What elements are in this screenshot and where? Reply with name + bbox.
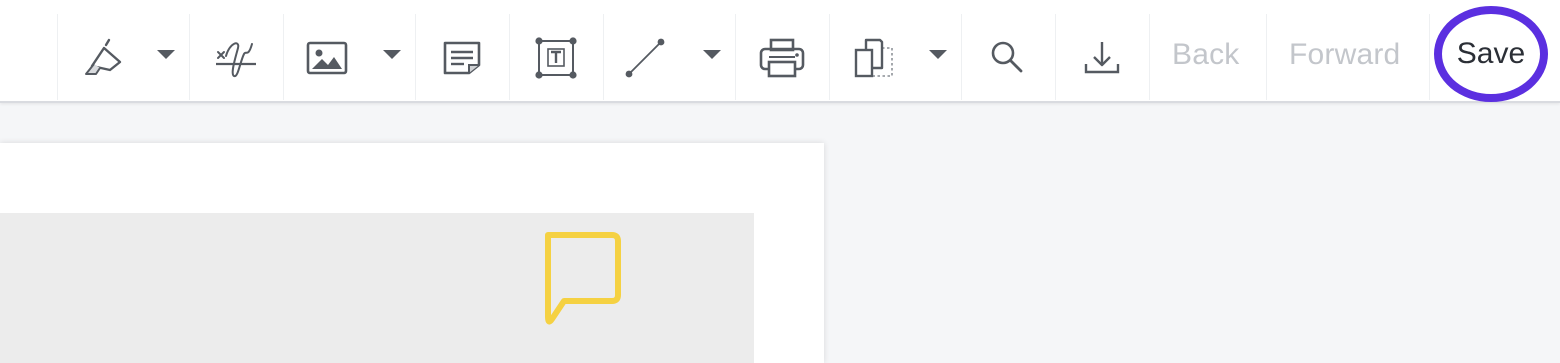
pages-icon xyxy=(854,38,893,78)
download-icon xyxy=(1084,42,1120,74)
toolbar-separator xyxy=(415,14,416,100)
printer-icon xyxy=(759,38,805,78)
document-canvas xyxy=(0,103,1560,363)
save-button[interactable]: Save xyxy=(1434,6,1548,102)
page-content-block xyxy=(0,213,754,363)
toolbar-separator xyxy=(1266,14,1267,100)
sticky-note-icon xyxy=(443,41,481,75)
back-button[interactable]: Back xyxy=(1172,38,1240,72)
toolbar-separator xyxy=(735,14,736,100)
line-button[interactable] xyxy=(617,30,673,86)
sticky-note-button[interactable] xyxy=(434,30,490,86)
forward-button[interactable]: Forward xyxy=(1289,38,1400,72)
toolbar-separator xyxy=(189,14,190,100)
text-box-button[interactable] xyxy=(528,30,584,86)
text-box-icon xyxy=(535,37,577,79)
toolbar-separator xyxy=(283,14,284,100)
pages-button[interactable] xyxy=(846,30,902,86)
download-button[interactable] xyxy=(1074,30,1130,86)
highlighter-icon xyxy=(85,38,122,75)
line-icon xyxy=(625,38,665,78)
toolbar-separator xyxy=(829,14,830,100)
toolbar-separator xyxy=(961,14,962,100)
highlight-button[interactable] xyxy=(76,30,132,86)
image-icon xyxy=(306,41,348,75)
print-button[interactable] xyxy=(754,30,810,86)
top-toolbar: Back Forward Save xyxy=(0,0,1560,103)
search-icon xyxy=(991,41,1023,73)
pages-dropdown-caret[interactable] xyxy=(929,50,947,59)
image-dropdown-caret[interactable] xyxy=(383,50,401,59)
search-button[interactable] xyxy=(980,30,1036,86)
toolbar-separator xyxy=(603,14,604,100)
signature-button[interactable] xyxy=(207,30,263,86)
highlight-dropdown-caret[interactable] xyxy=(157,50,175,59)
toolbar-separator xyxy=(1429,14,1430,100)
line-dropdown-caret[interactable] xyxy=(703,50,721,59)
toolbar-separator xyxy=(1055,14,1056,100)
document-page xyxy=(0,143,824,363)
toolbar-separator xyxy=(1149,14,1150,100)
save-button-label: Save xyxy=(1456,37,1526,70)
comment-bubble-icon[interactable] xyxy=(540,231,624,331)
image-button[interactable] xyxy=(299,30,355,86)
toolbar-separator xyxy=(509,14,510,100)
toolbar-separator xyxy=(57,14,58,100)
signature-icon xyxy=(216,42,256,78)
